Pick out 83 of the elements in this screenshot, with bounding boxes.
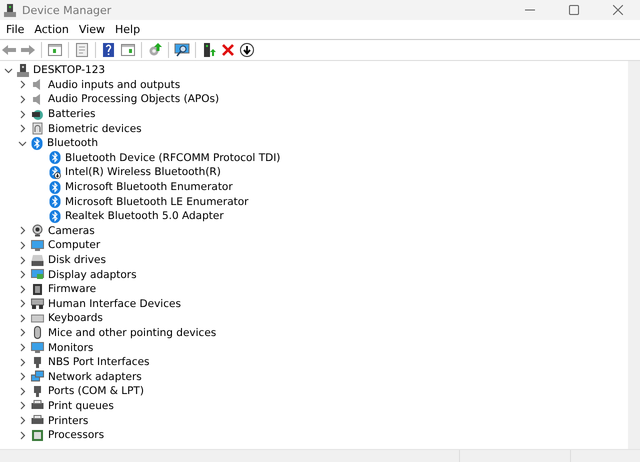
scroll-bar[interactable]: [628, 61, 640, 449]
collapse-chevron-icon[interactable]: [4, 66, 13, 75]
disk-drive-icon: [31, 254, 44, 267]
expand-chevron-icon[interactable]: [18, 401, 27, 410]
tree-item[interactable]: Keyboards: [48, 312, 103, 324]
expand-chevron-icon[interactable]: [18, 386, 27, 396]
monitor-icon: [31, 238, 44, 252]
download-icon[interactable]: [239, 42, 255, 58]
expand-chevron-icon[interactable]: [18, 256, 27, 265]
collapse-chevron-icon[interactable]: [18, 138, 27, 148]
expand-chevron-icon[interactable]: [18, 284, 27, 294]
tree-item[interactable]: Audio inputs and outputs: [48, 78, 180, 91]
keyboard-mouse-icon: [31, 297, 44, 310]
tree-item[interactable]: Biometric devices: [48, 122, 142, 135]
expand-chevron-icon[interactable]: [18, 372, 27, 382]
tree-item[interactable]: Display adaptors: [48, 268, 137, 281]
action-pane-icon[interactable]: [120, 42, 136, 58]
tree-item[interactable]: Microsoft Bluetooth Enumerator: [65, 181, 233, 194]
expand-chevron-icon[interactable]: [18, 80, 27, 90]
expand-chevron-icon[interactable]: [18, 299, 27, 308]
tree-item[interactable]: Microsoft Bluetooth LE Enumerator: [65, 196, 248, 208]
back-arrow-icon[interactable]: [1, 42, 17, 58]
tree-item[interactable]: DESKTOP-123: [33, 64, 106, 76]
menu-item[interactable]: Help: [110, 23, 144, 36]
scan-monitor-icon[interactable]: [174, 42, 190, 58]
tree-item[interactable]: Monitors: [48, 342, 94, 354]
tree-item[interactable]: Computer: [48, 239, 100, 252]
port-icon: [31, 356, 44, 369]
tree-item[interactable]: Bluetooth: [47, 137, 98, 150]
tree-item[interactable]: Human Interface Devices: [48, 298, 181, 310]
close-icon[interactable]: [613, 5, 623, 15]
display-adapter-icon: [31, 268, 44, 282]
expand-chevron-icon[interactable]: [18, 358, 27, 367]
tree-item[interactable]: Realtek Bluetooth 5.0 Adapter: [65, 210, 224, 222]
device-manager-icon: [4, 4, 16, 16]
menu-item[interactable]: View: [74, 23, 109, 36]
tree-item[interactable]: Batteries: [48, 108, 96, 120]
fingerprint-icon: [31, 122, 44, 136]
help-icon[interactable]: [101, 42, 117, 58]
expand-chevron-icon[interactable]: [18, 226, 27, 236]
expand-chevron-icon[interactable]: [18, 416, 27, 426]
tree-item[interactable]: Audio Processing Objects (APOs): [48, 93, 220, 106]
uninstall-icon[interactable]: [220, 42, 236, 58]
expand-chevron-icon[interactable]: [18, 314, 27, 323]
tree-item[interactable]: Network adapters: [48, 370, 142, 383]
webcam-icon: [31, 224, 44, 238]
expand-chevron-icon[interactable]: [18, 94, 27, 104]
monitor-icon: [31, 341, 44, 354]
menu-item[interactable]: File: [2, 23, 28, 36]
expand-chevron-icon[interactable]: [18, 124, 27, 134]
chip-icon: [31, 282, 44, 296]
expand-chevron-icon[interactable]: [18, 270, 27, 280]
expand-chevron-icon[interactable]: [18, 343, 27, 352]
tree-item[interactable]: NBS Port Interfaces: [48, 356, 150, 368]
menu-item[interactable]: Action: [30, 23, 73, 36]
window-title: Device Manager: [22, 4, 112, 16]
tree-item[interactable]: Firmware: [48, 283, 96, 296]
tree-item[interactable]: Printers: [48, 414, 88, 427]
tree-item[interactable]: Bluetooth Device (RFCOMM Protocol TDI): [65, 152, 280, 164]
tree-item[interactable]: Print queues: [48, 400, 114, 412]
expand-chevron-icon[interactable]: [18, 240, 27, 250]
expand-chevron-icon[interactable]: [18, 328, 27, 338]
maximize-icon[interactable]: [569, 5, 579, 15]
forward-arrow-icon[interactable]: [20, 42, 36, 58]
keyboard-icon: [31, 312, 44, 325]
port-icon: [31, 384, 44, 398]
enable-device-icon[interactable]: [201, 42, 217, 58]
tree-item[interactable]: Mice and other pointing devices: [48, 326, 216, 339]
tree-item[interactable]: Disk drives: [48, 254, 106, 266]
console-tree-icon[interactable]: [47, 42, 63, 58]
expand-chevron-icon[interactable]: [18, 110, 27, 119]
tree-item[interactable]: Processors: [48, 429, 104, 442]
battery-icon: [31, 108, 44, 121]
expand-chevron-icon[interactable]: [18, 430, 27, 440]
bluetooth-icon: [31, 136, 43, 150]
computer-icon: [17, 64, 29, 77]
properties-icon[interactable]: [74, 42, 90, 58]
update-driver-icon[interactable]: [147, 42, 163, 58]
tree-item[interactable]: Ports (COM & LPT): [48, 385, 144, 398]
tree-item[interactable]: Cameras: [48, 224, 95, 237]
mouse-icon: [31, 326, 44, 340]
network-icon: [31, 370, 44, 384]
processor-icon: [31, 428, 44, 442]
